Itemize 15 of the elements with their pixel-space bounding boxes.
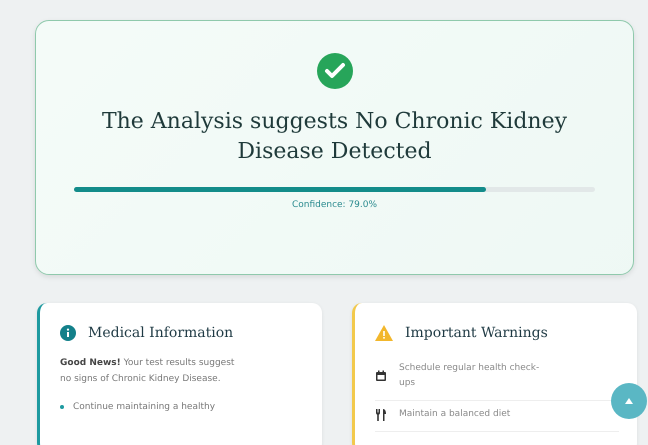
advice-item: Continue maintaining a healthy — [73, 401, 216, 413]
info-icon — [60, 325, 76, 341]
card-title: Important Warnings — [405, 325, 548, 341]
warning-item: Schedule regular health check-ups — [399, 362, 540, 390]
bullet-icon — [60, 405, 64, 409]
warning-item: Maintain a balanced diet — [399, 408, 512, 421]
up-arrow-icon — [625, 398, 633, 404]
card-title: Medical Information — [88, 325, 234, 341]
warning-icon — [375, 325, 393, 341]
check-icon — [316, 53, 352, 89]
calendar-icon — [375, 370, 387, 382]
info-text: Good News! Your test results suggest no signs of Chronic Kidney Disease. — [60, 357, 235, 386]
utensils-icon — [375, 408, 387, 420]
confidence-label: Confidence: 79.0% — [290, 200, 378, 210]
result-title: The Analysis suggests No Chronic Kidney Disease Detected — [100, 108, 568, 166]
